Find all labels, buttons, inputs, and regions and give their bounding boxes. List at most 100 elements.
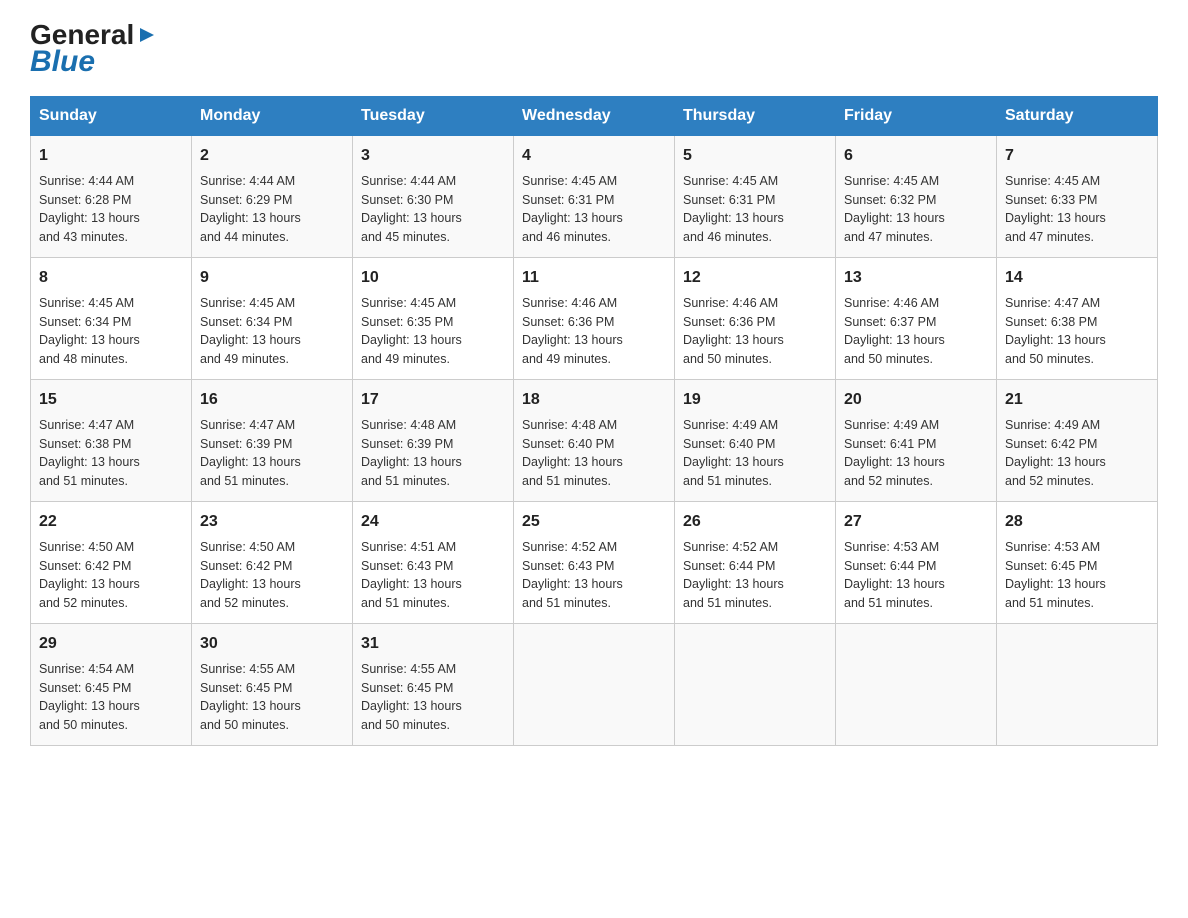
calendar-cell: 6 Sunrise: 4:45 AMSunset: 6:32 PMDaylight… [836,135,997,257]
day-info: Sunrise: 4:44 AMSunset: 6:30 PMDaylight:… [361,174,462,244]
day-info: Sunrise: 4:45 AMSunset: 6:32 PMDaylight:… [844,174,945,244]
calendar-cell: 29 Sunrise: 4:54 AMSunset: 6:45 PMDayligh… [31,623,192,745]
day-number: 27 [844,510,988,534]
calendar-cell: 26 Sunrise: 4:52 AMSunset: 6:44 PMDayligh… [675,501,836,623]
calendar-cell: 31 Sunrise: 4:55 AMSunset: 6:45 PMDayligh… [353,623,514,745]
day-number: 12 [683,266,827,290]
day-number: 19 [683,388,827,412]
day-number: 31 [361,632,505,656]
day-number: 7 [1005,144,1149,168]
day-number: 20 [844,388,988,412]
day-info: Sunrise: 4:52 AMSunset: 6:43 PMDaylight:… [522,540,623,610]
header-sunday: Sunday [31,96,192,135]
calendar-cell [675,623,836,745]
day-info: Sunrise: 4:45 AMSunset: 6:31 PMDaylight:… [522,174,623,244]
header-monday: Monday [192,96,353,135]
calendar-cell: 15 Sunrise: 4:47 AMSunset: 6:38 PMDayligh… [31,379,192,501]
day-number: 6 [844,144,988,168]
day-number: 13 [844,266,988,290]
day-number: 17 [361,388,505,412]
day-number: 22 [39,510,183,534]
day-info: Sunrise: 4:50 AMSunset: 6:42 PMDaylight:… [39,540,140,610]
header-thursday: Thursday [675,96,836,135]
calendar-table: SundayMondayTuesdayWednesdayThursdayFrid… [30,96,1158,746]
calendar-cell: 5Sunrise: 4:45 AMSunset: 6:31 PMDaylight… [675,135,836,257]
day-info: Sunrise: 4:47 AMSunset: 6:38 PMDaylight:… [1005,296,1106,366]
day-number: 9 [200,266,344,290]
day-info: Sunrise: 4:47 AMSunset: 6:38 PMDaylight:… [39,418,140,488]
calendar-cell: 17 Sunrise: 4:48 AMSunset: 6:39 PMDayligh… [353,379,514,501]
header-tuesday: Tuesday [353,96,514,135]
calendar-cell: 27Sunrise: 4:53 AMSunset: 6:44 PMDayligh… [836,501,997,623]
logo: General Blue [30,20,158,78]
calendar-cell: 8Sunrise: 4:45 AMSunset: 6:34 PMDaylight… [31,257,192,379]
day-number: 24 [361,510,505,534]
day-info: Sunrise: 4:45 AMSunset: 6:33 PMDaylight:… [1005,174,1106,244]
day-number: 16 [200,388,344,412]
calendar-cell: 14 Sunrise: 4:47 AMSunset: 6:38 PMDayligh… [997,257,1158,379]
day-number: 5 [683,144,827,168]
header-wednesday: Wednesday [514,96,675,135]
day-info: Sunrise: 4:48 AMSunset: 6:39 PMDaylight:… [361,418,462,488]
day-info: Sunrise: 4:46 AMSunset: 6:36 PMDaylight:… [683,296,784,366]
header-friday: Friday [836,96,997,135]
logo-blue: Blue [30,45,95,78]
calendar-week-row: 8Sunrise: 4:45 AMSunset: 6:34 PMDaylight… [31,257,1158,379]
day-info: Sunrise: 4:44 AMSunset: 6:28 PMDaylight:… [39,174,140,244]
logo-arrow-icon [136,24,158,46]
day-number: 29 [39,632,183,656]
day-number: 10 [361,266,505,290]
calendar-cell [836,623,997,745]
calendar-cell: 10 Sunrise: 4:45 AMSunset: 6:35 PMDayligh… [353,257,514,379]
calendar-cell: 28Sunrise: 4:53 AMSunset: 6:45 PMDayligh… [997,501,1158,623]
day-info: Sunrise: 4:52 AMSunset: 6:44 PMDaylight:… [683,540,784,610]
day-number: 23 [200,510,344,534]
calendar-week-row: 22 Sunrise: 4:50 AMSunset: 6:42 PMDayligh… [31,501,1158,623]
day-info: Sunrise: 4:49 AMSunset: 6:41 PMDaylight:… [844,418,945,488]
calendar-cell: 11 Sunrise: 4:46 AMSunset: 6:36 PMDayligh… [514,257,675,379]
header-saturday: Saturday [997,96,1158,135]
day-info: Sunrise: 4:45 AMSunset: 6:34 PMDaylight:… [39,296,140,366]
calendar-cell: 3 Sunrise: 4:44 AMSunset: 6:30 PMDaylight… [353,135,514,257]
day-number: 15 [39,388,183,412]
calendar-cell: 18Sunrise: 4:48 AMSunset: 6:40 PMDayligh… [514,379,675,501]
calendar-week-row: 15 Sunrise: 4:47 AMSunset: 6:38 PMDayligh… [31,379,1158,501]
calendar-cell: 20 Sunrise: 4:49 AMSunset: 6:41 PMDayligh… [836,379,997,501]
day-number: 28 [1005,510,1149,534]
page-header: General Blue [30,20,1158,78]
day-number: 2 [200,144,344,168]
day-number: 14 [1005,266,1149,290]
day-number: 4 [522,144,666,168]
calendar-cell [514,623,675,745]
calendar-cell: 16 Sunrise: 4:47 AMSunset: 6:39 PMDayligh… [192,379,353,501]
day-number: 26 [683,510,827,534]
day-info: Sunrise: 4:44 AMSunset: 6:29 PMDaylight:… [200,174,301,244]
day-info: Sunrise: 4:49 AMSunset: 6:42 PMDaylight:… [1005,418,1106,488]
calendar-cell: 12 Sunrise: 4:46 AMSunset: 6:36 PMDayligh… [675,257,836,379]
day-number: 3 [361,144,505,168]
day-number: 30 [200,632,344,656]
day-info: Sunrise: 4:45 AMSunset: 6:35 PMDaylight:… [361,296,462,366]
calendar-cell: 21 Sunrise: 4:49 AMSunset: 6:42 PMDayligh… [997,379,1158,501]
day-number: 11 [522,266,666,290]
day-number: 21 [1005,388,1149,412]
day-info: Sunrise: 4:48 AMSunset: 6:40 PMDaylight:… [522,418,623,488]
calendar-cell: 24Sunrise: 4:51 AMSunset: 6:43 PMDayligh… [353,501,514,623]
calendar-cell: 4 Sunrise: 4:45 AMSunset: 6:31 PMDaylight… [514,135,675,257]
calendar-cell: 9 Sunrise: 4:45 AMSunset: 6:34 PMDaylight… [192,257,353,379]
calendar-cell: 7 Sunrise: 4:45 AMSunset: 6:33 PMDaylight… [997,135,1158,257]
calendar-week-row: 29 Sunrise: 4:54 AMSunset: 6:45 PMDayligh… [31,623,1158,745]
calendar-cell: 23Sunrise: 4:50 AMSunset: 6:42 PMDayligh… [192,501,353,623]
day-info: Sunrise: 4:47 AMSunset: 6:39 PMDaylight:… [200,418,301,488]
calendar-cell: 2 Sunrise: 4:44 AMSunset: 6:29 PMDaylight… [192,135,353,257]
calendar-week-row: 1Sunrise: 4:44 AMSunset: 6:28 PMDaylight… [31,135,1158,257]
day-info: Sunrise: 4:46 AMSunset: 6:36 PMDaylight:… [522,296,623,366]
calendar-cell: 13 Sunrise: 4:46 AMSunset: 6:37 PMDayligh… [836,257,997,379]
calendar-cell [997,623,1158,745]
day-info: Sunrise: 4:54 AMSunset: 6:45 PMDaylight:… [39,662,140,732]
calendar-cell: 19Sunrise: 4:49 AMSunset: 6:40 PMDayligh… [675,379,836,501]
day-info: Sunrise: 4:55 AMSunset: 6:45 PMDaylight:… [361,662,462,732]
day-number: 25 [522,510,666,534]
day-info: Sunrise: 4:46 AMSunset: 6:37 PMDaylight:… [844,296,945,366]
day-info: Sunrise: 4:45 AMSunset: 6:34 PMDaylight:… [200,296,301,366]
